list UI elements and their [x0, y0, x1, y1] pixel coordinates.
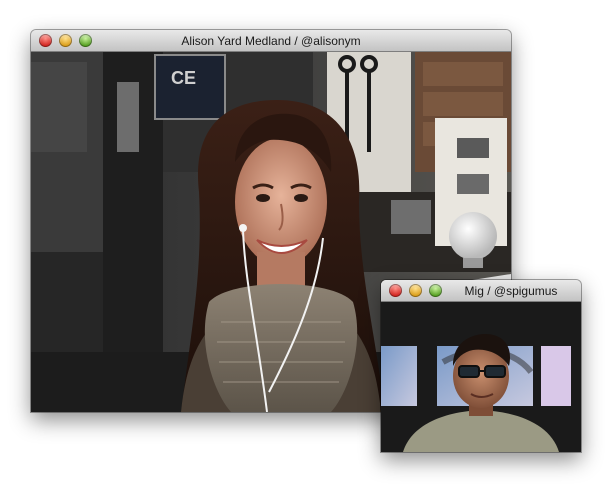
- minimize-button[interactable]: [409, 284, 422, 297]
- main-window-title: Alison Yard Medland / @alisonym: [181, 34, 361, 48]
- self-preview-window[interactable]: Mig / @spigumus: [381, 280, 581, 452]
- svg-text:CE: CE: [171, 68, 196, 88]
- preview-window-title: Mig / @spigumus: [464, 284, 558, 298]
- local-video-image: [381, 302, 581, 452]
- close-button[interactable]: [389, 284, 402, 297]
- main-window-titlebar[interactable]: Alison Yard Medland / @alisonym: [31, 30, 511, 52]
- local-video-feed: [381, 302, 581, 452]
- preview-window-titlebar[interactable]: Mig / @spigumus: [381, 280, 581, 302]
- window-controls: [389, 284, 442, 297]
